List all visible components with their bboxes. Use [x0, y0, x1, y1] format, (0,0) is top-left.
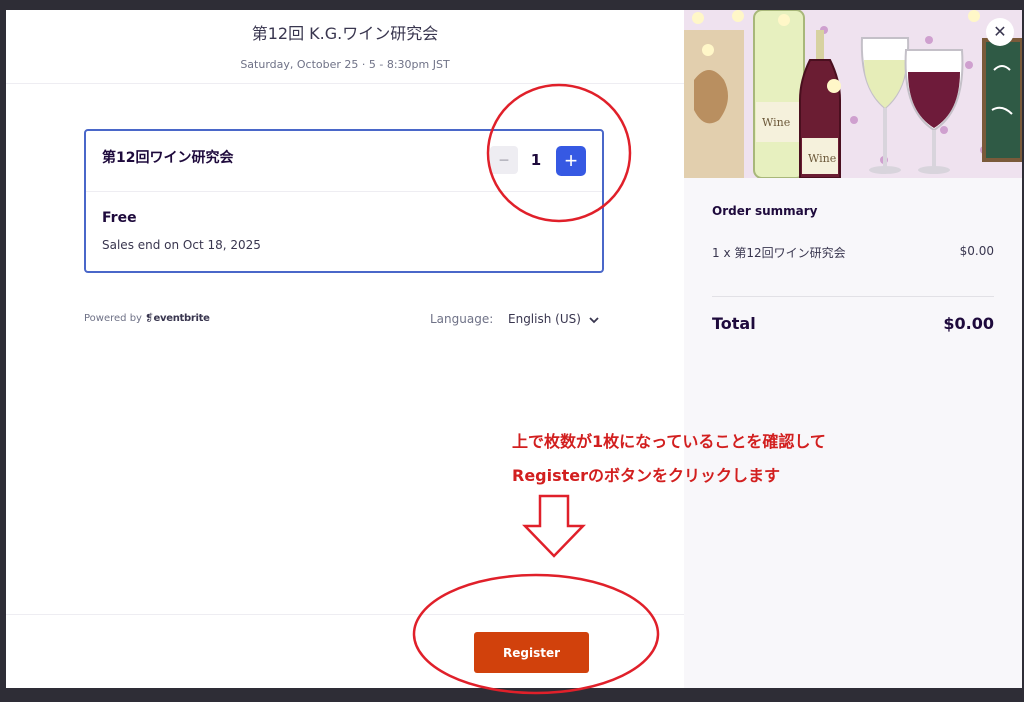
close-button[interactable]: ✕ [986, 18, 1014, 46]
quantity-value: 1 [530, 151, 542, 169]
register-button[interactable]: Register [474, 632, 589, 673]
order-item-price: $0.00 [959, 244, 994, 258]
chevron-down-icon [589, 316, 599, 323]
summary-divider [712, 296, 994, 297]
ticket-name: 第12回ワイン研究会 [102, 150, 234, 166]
checkout-modal: 第12回 K.G.ワイン研究会 Saturday, October 25 · 5… [6, 10, 1022, 688]
language-select[interactable]: English (US) [508, 312, 599, 326]
order-summary-title: Order summary [712, 204, 818, 218]
annotation-line-2: Registerのボタンをクリックします [512, 466, 781, 485]
eventbrite-logo-icon: ❡ [145, 313, 154, 324]
event-header: 第12回 K.G.ワイン研究会 Saturday, October 25 · 5… [6, 10, 684, 84]
quantity-increase-button[interactable]: + [556, 146, 586, 176]
card-divider [86, 191, 602, 192]
annotation-line-1: 上で枚数が1枚になっていることを確認して [512, 432, 826, 451]
wine-illustration: Wine Wine [684, 10, 1022, 178]
language-value: English (US) [508, 312, 581, 326]
order-item: 1 x 第12回ワイン研究会 [712, 246, 846, 260]
bottle-label-1: Wine [762, 116, 790, 129]
total-label: Total [712, 314, 756, 333]
total-value: $0.00 [943, 314, 994, 333]
powered-by[interactable]: Powered by ❡eventbrite [84, 313, 210, 324]
quantity-decrease-button[interactable]: − [490, 146, 518, 174]
order-summary-panel: Wine Wine ✕ Order summary 1 x 第12回ワイン研究会… [684, 10, 1022, 688]
event-banner-image: Wine Wine ✕ [684, 10, 1022, 178]
ticket-price: Free [102, 210, 137, 226]
bottle-label-2: Wine [808, 152, 836, 165]
event-date: Saturday, October 25 · 5 - 8:30pm JST [240, 58, 450, 71]
checkout-main-panel: 第12回 K.G.ワイン研究会 Saturday, October 25 · 5… [6, 10, 684, 688]
language-label: Language: [430, 312, 494, 326]
checkout-footer: Register [6, 614, 684, 688]
eventbrite-brand: eventbrite [153, 313, 210, 324]
ticket-card: 第12回ワイン研究会 − 1 + Free Sales end on Oct 1… [84, 129, 604, 273]
powered-by-label: Powered by [84, 313, 142, 324]
event-title: 第12回 K.G.ワイン研究会 [251, 24, 439, 43]
ticket-sales-end: Sales end on Oct 18, 2025 [102, 238, 261, 252]
